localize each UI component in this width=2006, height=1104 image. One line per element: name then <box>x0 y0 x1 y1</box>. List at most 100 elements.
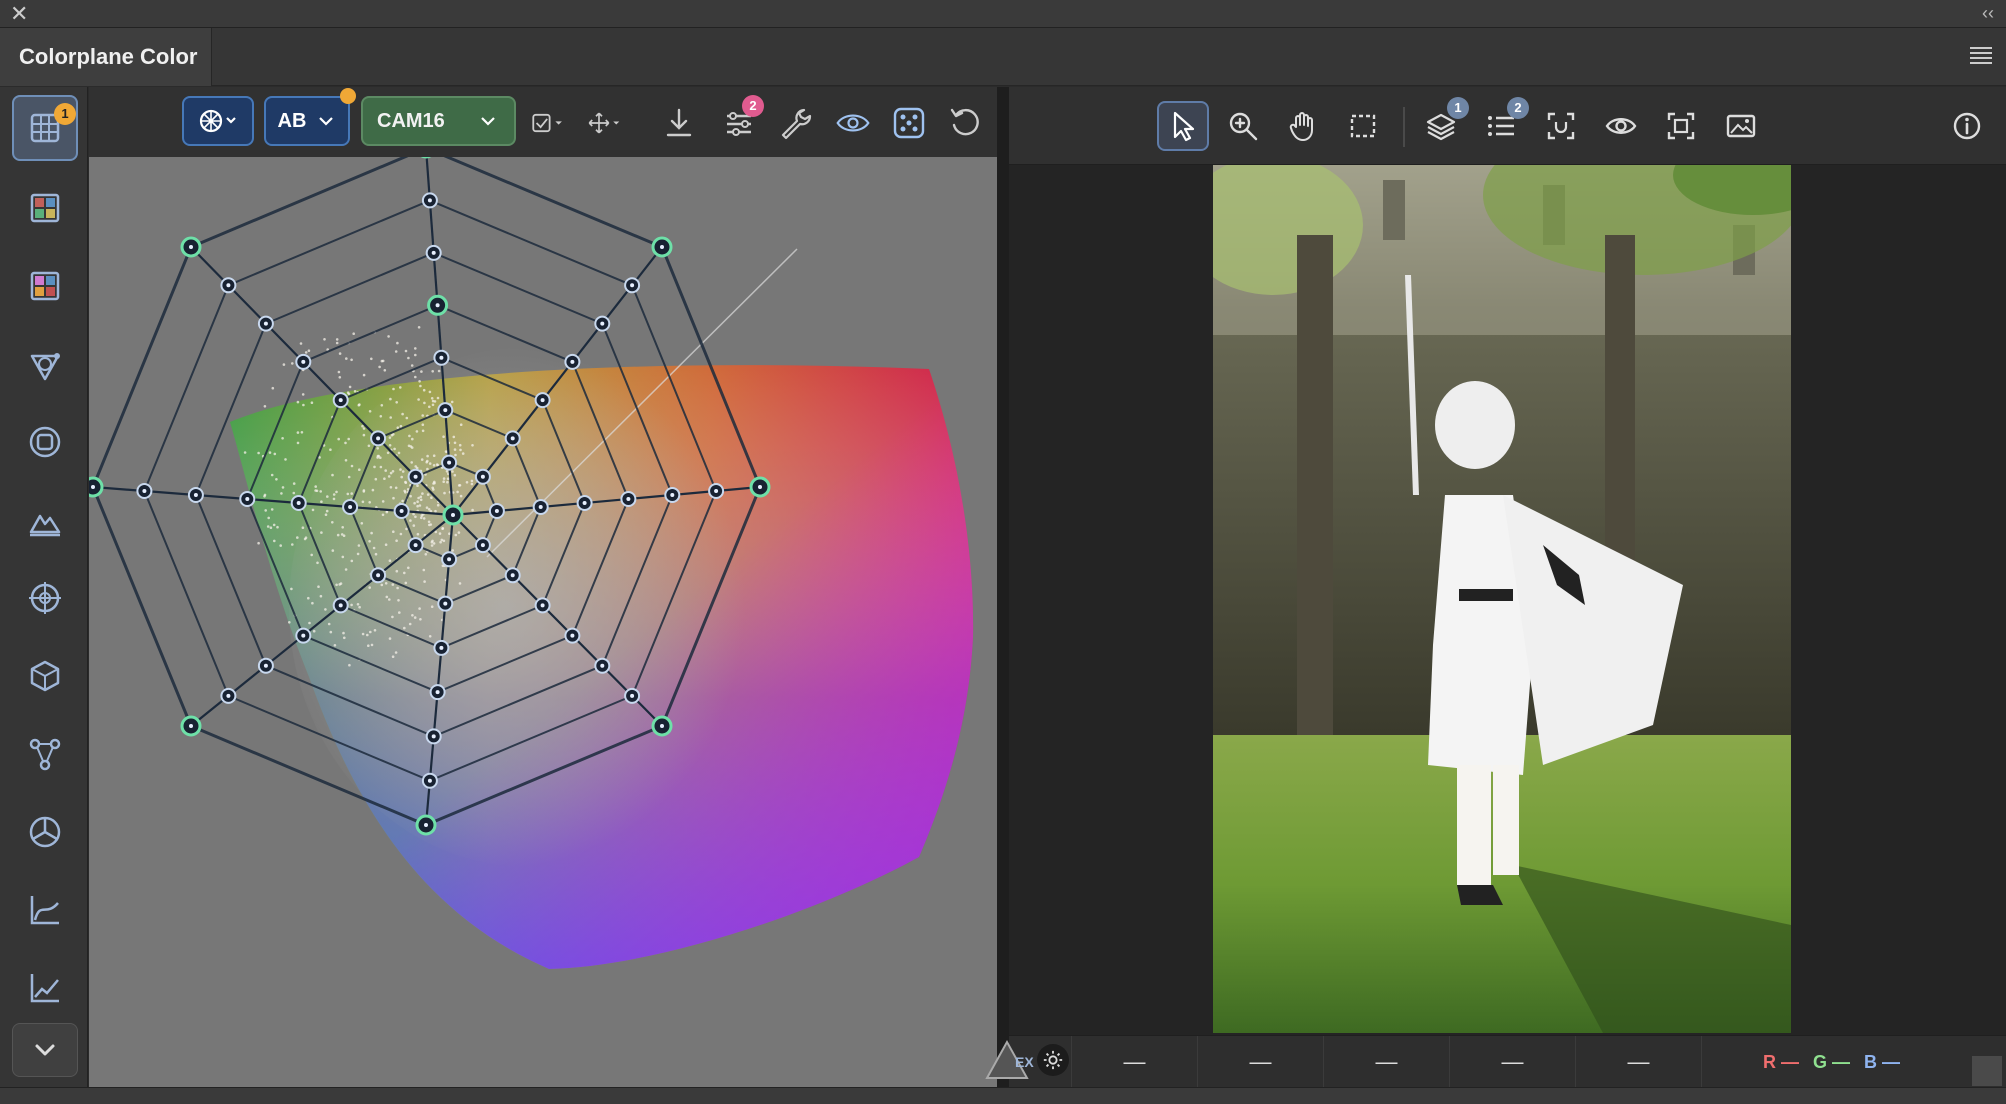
list-badge: 2 <box>1507 97 1529 119</box>
scatter-point <box>376 447 380 450</box>
scatter-point <box>301 393 305 396</box>
color-plane-plot[interactable] <box>89 157 997 1087</box>
title-bar: ✕ ‹‹ <box>0 0 2006 28</box>
image-icon <box>1726 114 1756 138</box>
photo-preview[interactable] <box>1213 165 1791 1033</box>
rail-item-swatch-grid[interactable] <box>12 175 78 241</box>
scatter-point <box>381 500 385 503</box>
scatter-point <box>385 595 389 599</box>
tab-colorplane-color[interactable]: Colorplane Color <box>0 28 212 86</box>
scatter-point <box>422 568 426 572</box>
node-dot <box>447 460 452 465</box>
focus-button[interactable] <box>1535 101 1587 151</box>
hamburger-menu-icon[interactable] <box>1970 44 1992 66</box>
rail-item-grid[interactable]: 1 <box>12 95 78 161</box>
scatter-point <box>421 492 424 495</box>
checkbox-menu-button[interactable] <box>530 105 574 141</box>
download-button[interactable] <box>661 105 697 141</box>
scatter-point <box>296 536 299 539</box>
rail-item-chart[interactable] <box>12 955 78 1021</box>
scatter-point <box>428 390 432 394</box>
scatter-point <box>420 458 424 461</box>
rail-item-crosshair[interactable] <box>12 565 78 631</box>
rail-item-swatch-grid-color[interactable] <box>12 253 78 319</box>
scatter-point <box>391 583 395 586</box>
pan-tool-button[interactable] <box>1277 101 1329 151</box>
move-menu-button[interactable] <box>587 105 635 141</box>
rgb-readout: R — G — B — <box>1701 1036 1961 1088</box>
settings-wrench-button[interactable] <box>777 105 813 141</box>
select-tool-button[interactable] <box>1157 101 1209 151</box>
node-dot <box>189 724 193 728</box>
scatter-point <box>384 543 388 546</box>
viewer-toolbar: 1 2 <box>1009 87 2006 165</box>
scatter-point <box>352 332 356 335</box>
visibility-button[interactable] <box>835 105 875 141</box>
rail-more-button[interactable] <box>12 1023 78 1077</box>
node-dot <box>439 355 444 360</box>
node-dot <box>451 513 455 517</box>
resize-handle[interactable] <box>1972 1056 2002 1086</box>
color-model-dropdown[interactable]: CAM16 <box>361 96 516 146</box>
plane-mode-dropdown[interactable]: AB <box>264 96 350 146</box>
square-circle-icon <box>29 426 61 458</box>
status-cell-1: — <box>1071 1036 1197 1088</box>
eye-icon <box>836 114 870 132</box>
plot-style-dropdown[interactable] <box>182 96 254 146</box>
rail-item-mountain[interactable] <box>12 489 78 555</box>
marquee-tool-button[interactable] <box>1337 101 1389 151</box>
scatter-point <box>292 491 296 495</box>
fit-screen-button[interactable] <box>1655 101 1707 151</box>
color-plane-canvas[interactable] <box>89 157 997 1087</box>
rail-item-wheel[interactable] <box>12 799 78 865</box>
scatter-point <box>430 605 434 608</box>
scatter-point <box>345 357 348 360</box>
scatter-point <box>427 508 431 511</box>
scatter-point <box>454 453 457 457</box>
close-icon[interactable]: ✕ <box>10 2 28 26</box>
scatter-point <box>372 546 376 550</box>
scatter-point <box>399 532 403 536</box>
random-button[interactable] <box>891 105 927 141</box>
scatter-point <box>353 390 357 393</box>
scatter-point <box>296 400 300 404</box>
node-dot <box>301 359 306 364</box>
scatter-point <box>433 480 436 484</box>
panel-divider[interactable] <box>997 87 1009 1087</box>
anchor-node[interactable] <box>89 476 104 498</box>
dice-icon <box>893 107 925 139</box>
zoom-tool-button[interactable] <box>1217 101 1269 151</box>
collapse-panel-button[interactable]: ‹‹ <box>1982 3 1994 24</box>
info-button[interactable] <box>1943 101 1991 151</box>
scatter-point <box>335 490 338 494</box>
scatter-point <box>368 501 372 504</box>
scatter-point <box>300 431 304 434</box>
rail-item-nodes[interactable] <box>12 721 78 787</box>
scatter-point <box>414 375 417 379</box>
curve-icon <box>30 896 59 925</box>
scatter-point <box>243 451 247 454</box>
scatter-point <box>414 515 417 519</box>
scatter-point <box>411 614 414 617</box>
scatter-point <box>422 388 426 392</box>
image-compare-button[interactable] <box>1715 101 1767 151</box>
exposure-button[interactable] <box>1037 1044 1069 1076</box>
scatter-point <box>457 531 461 534</box>
reset-button[interactable] <box>947 105 983 141</box>
scatter-point <box>419 498 423 502</box>
scatter-point <box>438 532 442 535</box>
scatter-point <box>368 540 371 543</box>
scatter-point <box>398 611 401 614</box>
rail-item-gamut[interactable] <box>12 332 78 398</box>
node-dot <box>413 474 418 479</box>
preview-button[interactable] <box>1595 101 1647 151</box>
scatter-point <box>421 414 425 417</box>
scatter-point <box>327 622 331 626</box>
rail-item-cube[interactable] <box>12 643 78 709</box>
rail-item-curve[interactable] <box>12 877 78 943</box>
node-dot <box>427 198 432 203</box>
scatter-point <box>431 403 435 407</box>
rail-item-square-circle[interactable] <box>12 409 78 475</box>
scatter-point <box>397 599 400 602</box>
scatter-point <box>418 607 421 610</box>
